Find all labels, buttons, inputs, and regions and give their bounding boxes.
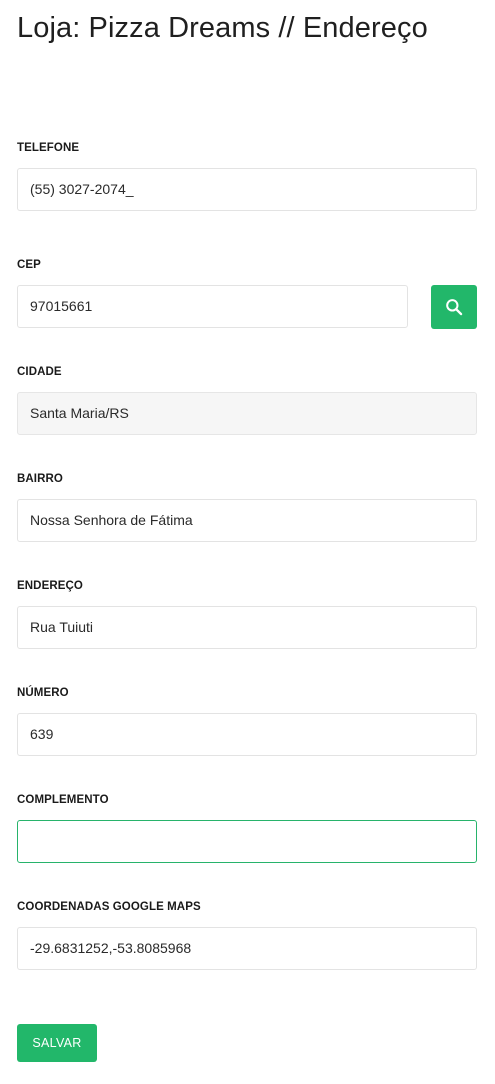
cep-label: CEP (17, 259, 41, 271)
numero-field[interactable]: 639 (17, 713, 477, 756)
cidade-field: Santa Maria/RS (17, 392, 477, 435)
search-icon (446, 299, 463, 316)
page-title: Loja: Pizza Dreams // Endereço (17, 12, 428, 44)
cep-field[interactable]: 97015661 (17, 285, 408, 328)
complemento-field[interactable] (17, 820, 477, 863)
coordenadas-label: COORDENADAS GOOGLE MAPS (17, 901, 201, 913)
store-address-page: Loja: Pizza Dreams // Endereço TELEFONE … (0, 0, 495, 1084)
endereco-field[interactable]: Rua Tuiuti (17, 606, 477, 649)
numero-label: NÚMERO (17, 687, 69, 699)
coordenadas-field[interactable]: -29.6831252,-53.8085968 (17, 927, 477, 970)
telefone-field[interactable]: (55) 3027-2074_ (17, 168, 477, 211)
endereco-label: ENDEREÇO (17, 580, 83, 592)
complemento-label: COMPLEMENTO (17, 794, 109, 806)
save-button[interactable]: SALVAR (17, 1024, 97, 1062)
bairro-label: BAIRRO (17, 473, 63, 485)
cep-search-button[interactable] (431, 285, 477, 329)
telefone-label: TELEFONE (17, 142, 80, 154)
cidade-label: CIDADE (17, 366, 62, 378)
bairro-field[interactable]: Nossa Senhora de Fátima (17, 499, 477, 542)
